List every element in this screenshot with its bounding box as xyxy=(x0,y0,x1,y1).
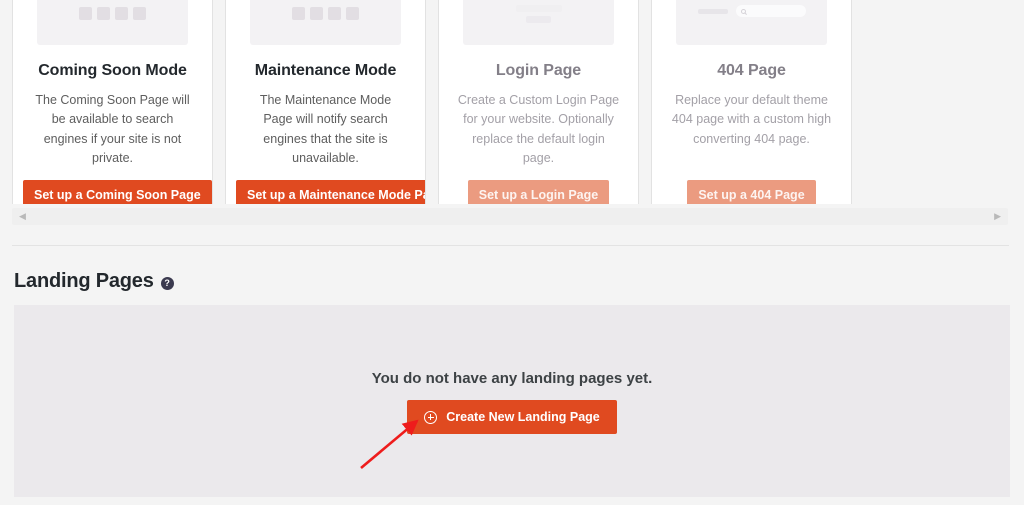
section-divider xyxy=(12,245,1009,246)
search-bar-icon xyxy=(676,5,827,17)
card-description: The Coming Soon Page will be available t… xyxy=(35,93,190,166)
setup-login-page-button[interactable]: Set up a Login Page xyxy=(467,179,610,204)
card-title: Maintenance Mode xyxy=(254,62,397,79)
create-button-wrapper: Create New Landing Page xyxy=(14,400,1010,434)
card-title: 404 Page xyxy=(717,62,786,79)
horizontal-scrollbar[interactable]: ◀ ▶ xyxy=(12,208,1008,225)
four-squares-icon xyxy=(250,7,401,20)
card-title: Coming Soon Mode xyxy=(38,62,187,79)
magnifier-icon xyxy=(740,8,746,14)
card-maintenance-mode: Maintenance Mode The Maintenance Mode Pa… xyxy=(225,0,426,204)
setup-coming-soon-button[interactable]: Set up a Coming Soon Page xyxy=(23,179,212,204)
scroll-left-arrow-icon[interactable]: ◀ xyxy=(12,212,33,221)
four-squares-icon xyxy=(37,7,188,20)
setup-404-page-button[interactable]: Set up a 404 Page xyxy=(687,179,816,204)
card-description: Create a Custom Login Page for your webs… xyxy=(457,93,620,166)
card-cta-wrapper: Set up a Login Page xyxy=(439,169,638,204)
setup-maintenance-mode-button[interactable]: Set up a Maintenance Mode Page xyxy=(236,179,425,204)
landing-pages-empty-panel: You do not have any landing pages yet. C… xyxy=(14,305,1010,497)
login-form-icon xyxy=(463,5,614,23)
page-title: Landing Pages xyxy=(14,270,154,292)
card-thumbnail-login xyxy=(463,0,614,45)
scroll-right-arrow-icon[interactable]: ▶ xyxy=(987,212,1008,221)
card-cta-wrapper: Set up a Coming Soon Page xyxy=(13,169,212,204)
card-login-page: Login Page Create a Custom Login Page fo… xyxy=(438,0,639,204)
empty-state-message: You do not have any landing pages yet. xyxy=(371,370,653,387)
landing-pages-header: Landing Pages ? xyxy=(14,270,174,293)
card-thumbnail-coming-soon xyxy=(37,0,188,45)
help-icon[interactable]: ? xyxy=(160,276,174,290)
cards-row: Coming Soon Mode The Coming Soon Page wi… xyxy=(12,0,852,204)
card-description: Replace your default theme 404 page with… xyxy=(671,93,832,146)
card-coming-soon: Coming Soon Mode The Coming Soon Page wi… xyxy=(12,0,213,204)
plus-circle-icon xyxy=(424,410,438,424)
create-new-landing-page-button[interactable]: Create New Landing Page xyxy=(407,400,617,434)
card-404-page: 404 Page Replace your default theme 404 … xyxy=(651,0,852,204)
card-title: Login Page xyxy=(495,62,582,79)
card-description: The Maintenance Mode Page will notify se… xyxy=(259,93,392,166)
create-button-label: Create New Landing Page xyxy=(446,410,600,424)
card-cta-wrapper: Set up a Maintenance Mode Page xyxy=(226,169,425,204)
card-thumbnail-maintenance xyxy=(250,0,401,45)
modes-card-strip: Coming Soon Mode The Coming Soon Page wi… xyxy=(0,0,1024,204)
card-thumbnail-404 xyxy=(676,0,827,45)
card-cta-wrapper: Set up a 404 Page xyxy=(652,169,851,204)
